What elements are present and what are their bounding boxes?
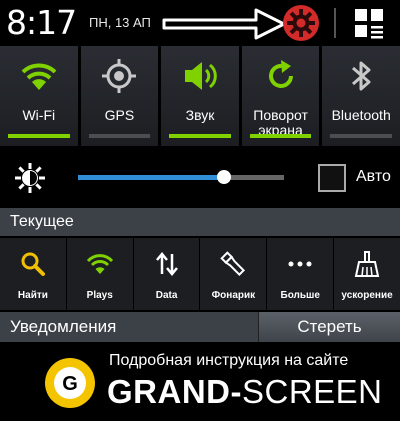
- toggle-indicator: [88, 134, 151, 138]
- banner-title-bold: GRAND-: [107, 373, 242, 410]
- app-flashlight[interactable]: Фонарик: [200, 238, 267, 310]
- speaker-icon: [184, 62, 217, 90]
- search-icon: [21, 252, 45, 276]
- clear-button[interactable]: Стереть: [258, 312, 400, 342]
- toggle-rotation[interactable]: Поворот экрана: [241, 46, 320, 146]
- date-label: ПН, 13 АП: [89, 15, 151, 30]
- watermark-banner: G Подробная инструкция на сайте GRAND-SC…: [0, 342, 400, 421]
- quick-settings-panel: Wi-Fi GPS Звук Поворот экрана Bluetooth: [0, 46, 400, 150]
- notifications-header: Уведомления Стереть: [0, 312, 400, 342]
- logo-letter: G: [62, 373, 78, 395]
- bluetooth-icon: [352, 61, 371, 91]
- app-label: ускорение: [341, 290, 393, 301]
- brightness-icon: [15, 163, 45, 193]
- app-label: Data: [155, 290, 178, 301]
- rotate-icon: [268, 60, 293, 88]
- app-more[interactable]: Больше: [267, 238, 334, 310]
- banner-title: GRAND-SCREEN: [107, 373, 383, 411]
- auto-brightness-label: Авто: [356, 168, 391, 185]
- app-search[interactable]: Найти: [0, 238, 66, 310]
- status-bar: 8:17 ПН, 13 АП: [0, 0, 400, 46]
- toggle-label: Звук: [185, 107, 215, 123]
- status-divider: [334, 8, 336, 38]
- toggle-indicator: [8, 134, 70, 138]
- app-data[interactable]: Data: [133, 238, 200, 310]
- toggle-indicator: [249, 134, 312, 138]
- wifi-icon: [21, 63, 57, 90]
- toggle-label: GPS: [104, 107, 135, 123]
- brightness-slider-fill: [78, 175, 225, 180]
- toggle-label: Bluetooth: [331, 107, 391, 123]
- toggle-gps[interactable]: GPS: [80, 46, 159, 146]
- flashlight-icon: [220, 251, 246, 277]
- app-label: Больше: [280, 290, 320, 301]
- more-icon: [288, 261, 312, 267]
- grid-edit-icon[interactable]: [353, 7, 385, 39]
- wifi-icon: [86, 254, 113, 274]
- brightness-slider[interactable]: [78, 170, 284, 184]
- auto-brightness-checkbox[interactable]: [318, 164, 346, 192]
- notifications-title: Уведомления: [10, 317, 117, 336]
- broom-icon: [354, 251, 380, 277]
- data-arrows-icon: [155, 252, 178, 276]
- toggle-label: Wi-Fi: [22, 107, 56, 123]
- arrow-annotation-icon: [162, 8, 286, 40]
- current-apps-row: Найти Plays Data Фонарик Больше ускорени…: [0, 238, 400, 310]
- brightness-row: Авто: [0, 152, 400, 204]
- app-label: Найти: [17, 290, 48, 301]
- toggle-sound[interactable]: Звук: [161, 46, 239, 146]
- clock: 8:17: [6, 3, 77, 42]
- brightness-slider-thumb[interactable]: [217, 170, 232, 184]
- toggle-indicator: [330, 134, 392, 138]
- app-plays[interactable]: Plays: [66, 238, 133, 310]
- gear-icon[interactable]: [282, 4, 320, 42]
- banner-title-rest: SCREEN: [241, 373, 383, 410]
- current-section-title: Текущее: [10, 213, 74, 230]
- app-label: Plays: [86, 290, 113, 301]
- toggle-bluetooth[interactable]: Bluetooth: [322, 46, 400, 146]
- banner-subtitle: Подробная инструкция на сайте: [109, 352, 349, 369]
- toggle-wifi[interactable]: Wi-Fi: [0, 46, 78, 146]
- toggle-indicator: [169, 134, 231, 138]
- gps-icon: [102, 59, 137, 93]
- app-label: Фонарик: [211, 290, 256, 301]
- current-section-header: Текущее: [0, 208, 400, 236]
- grand-screen-logo-icon: G: [45, 358, 95, 408]
- app-boost[interactable]: ускорение: [334, 238, 400, 310]
